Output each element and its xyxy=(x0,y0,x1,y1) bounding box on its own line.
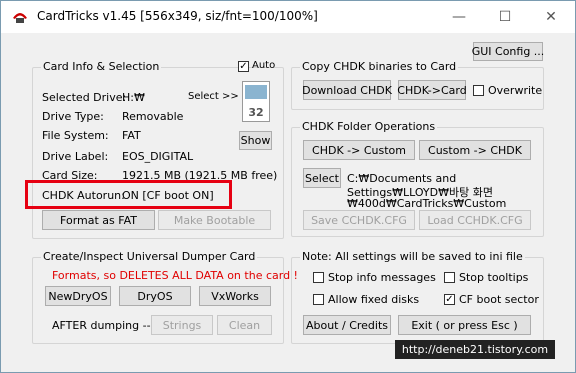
drive-label-value: EOS_DIGITAL xyxy=(122,150,194,163)
chdk-to-custom-button[interactable]: CHDK -> Custom xyxy=(303,140,415,160)
show-button[interactable]: Show xyxy=(239,131,272,150)
chdk-to-card-button[interactable]: CHDK->Card xyxy=(397,80,467,100)
title-bar[interactable]: CardTricks v1.45 [556x349, siz/fnt=100/1… xyxy=(1,1,575,33)
allow-fixed-checkbox[interactable] xyxy=(313,294,324,305)
format-fat-button[interactable]: Format as FAT xyxy=(42,210,155,230)
auto-label: Auto xyxy=(252,60,276,71)
make-bootable-button[interactable]: Make Bootable xyxy=(158,210,271,230)
stop-tooltips-checkbox[interactable] xyxy=(444,272,455,283)
allow-fixed-label: Allow fixed disks xyxy=(328,293,420,306)
select-label[interactable]: Select >> xyxy=(188,91,239,102)
selected-drive-value: H:₩ xyxy=(122,91,145,104)
sd-card-icon[interactable]: 32 xyxy=(242,81,270,122)
custom-path-line-3: ₩400d₩CardTricks₩Custom xyxy=(347,197,507,210)
stop-info-label: Stop info messages xyxy=(328,271,436,284)
after-dumping-label: AFTER dumping --> xyxy=(52,319,160,332)
download-chdk-button[interactable]: Download CHDK xyxy=(302,80,392,100)
autorun-highlight-box xyxy=(25,180,232,209)
file-system-value: FAT xyxy=(122,129,141,142)
dumper-warning: Formats, so DELETES ALL DATA on the card… xyxy=(52,269,298,282)
gui-config-button[interactable]: GUI Config ... xyxy=(472,42,544,61)
dryos-button[interactable]: DryOS xyxy=(119,286,191,306)
drive-type-value: Removable xyxy=(122,110,184,123)
auto-checkbox[interactable]: ✓ xyxy=(238,61,249,72)
drive-type-label: Drive Type: xyxy=(42,110,104,123)
cardtricks-window: CardTricks v1.45 [556x349, siz/fnt=100/1… xyxy=(0,0,576,373)
blog-watermark: http://deneb21.tistory.com xyxy=(395,340,555,359)
select-folder-button[interactable]: Select xyxy=(303,168,341,188)
about-credits-button[interactable]: About / Credits xyxy=(303,315,391,335)
overwrite-checkbox[interactable] xyxy=(473,85,484,96)
file-system-label: File System: xyxy=(42,129,109,142)
close-button[interactable]: ✕ xyxy=(528,1,574,33)
folder-ops-group-title: CHDK Folder Operations xyxy=(300,120,438,133)
stop-tooltips-label: Stop tooltips xyxy=(459,271,529,284)
drive-label-label: Drive Label: xyxy=(42,150,109,163)
load-cchdk-button[interactable]: Load CCHDK.CFG xyxy=(419,210,531,230)
strings-button[interactable]: Strings xyxy=(151,315,213,335)
card-info-group-title: Card Info & Selection xyxy=(41,60,162,73)
overwrite-label: Overwrite xyxy=(488,84,543,97)
settings-group-title: Note: All settings will be saved to ini … xyxy=(300,250,525,263)
selected-drive-label: Selected Drive: xyxy=(42,91,127,104)
dumper-group-title: Create/Inspect Universal Dumper Card xyxy=(41,250,258,263)
exit-button[interactable]: Exit ( or press Esc ) xyxy=(398,315,531,335)
window-title: CardTricks v1.45 [556x349, siz/fnt=100/1… xyxy=(37,9,318,23)
maximize-button[interactable]: ☐ xyxy=(482,1,528,33)
cf-boot-label: CF boot sector xyxy=(459,293,539,306)
card-number: 32 xyxy=(248,106,264,119)
clean-button[interactable]: Clean xyxy=(217,315,272,335)
app-icon xyxy=(13,13,27,23)
copy-chdk-group-title: Copy CHDK binaries to Card xyxy=(300,60,459,73)
save-cchdk-button[interactable]: Save CCHDK.CFG xyxy=(303,210,415,230)
cf-boot-checkbox[interactable]: ✓ xyxy=(444,294,455,305)
custom-to-chdk-button[interactable]: Custom -> CHDK xyxy=(419,140,531,160)
vxworks-button[interactable]: VxWorks xyxy=(199,286,271,306)
minimize-button[interactable]: — xyxy=(436,1,482,33)
newdryos-button[interactable]: NewDryOS xyxy=(45,286,111,306)
stop-info-checkbox[interactable] xyxy=(313,272,324,283)
